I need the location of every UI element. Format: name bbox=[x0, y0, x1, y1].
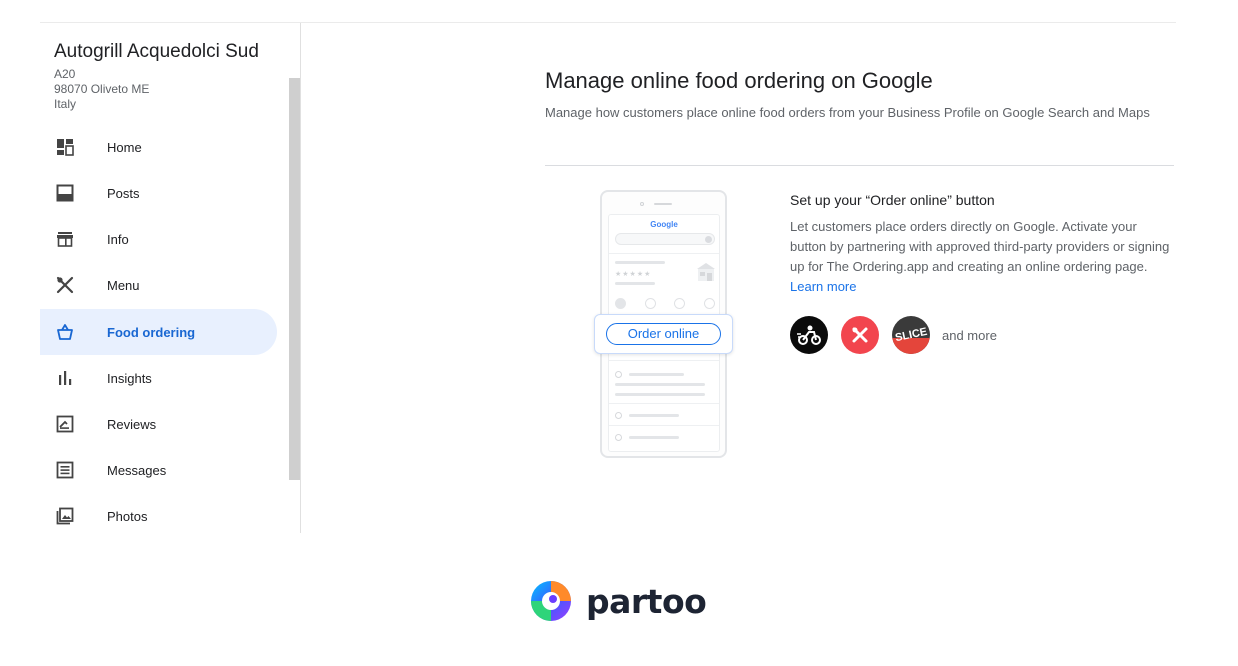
illustration-text-line bbox=[615, 261, 665, 264]
provider-logo-slice[interactable]: SLICE bbox=[892, 316, 930, 354]
illustration-phone-icon bbox=[615, 412, 622, 419]
illustration-text-line bbox=[629, 414, 679, 417]
illustration-text-line bbox=[615, 282, 655, 285]
illustration-globe-icon bbox=[615, 434, 622, 441]
illustration-separator bbox=[609, 253, 719, 254]
sidebar-item-home[interactable]: Home bbox=[40, 124, 277, 170]
food-ordering-icon bbox=[54, 322, 76, 342]
business-address: A20 98070 Oliveto ME Italy bbox=[54, 67, 149, 112]
illustration-separator bbox=[609, 360, 719, 361]
address-line-2: 98070 Oliveto ME bbox=[54, 82, 150, 96]
illustration-text-line bbox=[629, 373, 684, 376]
sidebar-item-menu[interactable]: Menu bbox=[40, 262, 277, 308]
illustration-action-dots bbox=[615, 298, 715, 309]
sidebar-item-posts[interactable]: Posts bbox=[40, 170, 277, 216]
slice-logo-icon: SLICE bbox=[892, 326, 930, 354]
sidebar-item-label: Insights bbox=[107, 370, 152, 386]
sidebar-item-reviews[interactable]: Reviews bbox=[40, 401, 277, 447]
provider-logo-delivery[interactable] bbox=[790, 316, 828, 354]
partoo-logo-icon bbox=[531, 581, 571, 621]
sidebar-item-insights[interactable]: Insights bbox=[40, 355, 277, 401]
illustration-stars: ★★★★★ bbox=[615, 271, 652, 278]
dashboard-icon bbox=[54, 137, 76, 157]
sidebar-item-label: Home bbox=[107, 139, 142, 155]
address-country: Italy bbox=[54, 97, 77, 111]
bar-chart-icon bbox=[54, 368, 76, 388]
phone-speaker bbox=[654, 203, 672, 205]
phone-camera bbox=[640, 202, 644, 206]
partoo-logo-text: partoo bbox=[586, 581, 707, 621]
provider-logo-pin[interactable] bbox=[841, 316, 879, 354]
illustration-clock-icon bbox=[615, 371, 622, 378]
and-more-label: and more bbox=[942, 327, 997, 343]
illustration-store-icon bbox=[697, 263, 715, 281]
photos-icon bbox=[54, 506, 76, 526]
sidebar-item-info[interactable]: Info bbox=[40, 216, 277, 262]
order-online-button[interactable]: Order online bbox=[606, 323, 721, 345]
reviews-icon bbox=[54, 414, 76, 434]
illustration-text-line bbox=[615, 393, 705, 396]
sidebar-item-label: Menu bbox=[107, 277, 140, 293]
address-line-1: A20 bbox=[54, 67, 76, 81]
setup-description: Let customers place orders directly on G… bbox=[790, 217, 1175, 297]
partoo-logo: partoo bbox=[530, 578, 707, 624]
messages-icon bbox=[54, 460, 76, 480]
posts-icon bbox=[54, 183, 76, 203]
sidebar-item-label: Info bbox=[107, 231, 129, 247]
scooter-icon bbox=[797, 325, 821, 345]
sidebar-item-food-ordering[interactable]: Food ordering bbox=[40, 309, 277, 355]
sidebar-item-photos[interactable]: Photos bbox=[40, 493, 277, 539]
provider-logos: SLICE and more bbox=[790, 316, 997, 354]
illustration-text-line bbox=[615, 383, 705, 386]
sidebar-item-label: Reviews bbox=[107, 416, 157, 432]
learn-more-link[interactable]: Learn more bbox=[790, 279, 856, 294]
illustration-separator bbox=[609, 403, 719, 404]
page-title: Manage online food ordering on Google bbox=[545, 68, 933, 93]
order-online-callout: Order online bbox=[594, 314, 733, 354]
sidebar-item-label: Photos bbox=[107, 508, 148, 524]
sidebar-item-label: Food ordering bbox=[107, 324, 196, 340]
business-name: Autogrill Acquedolci Sud bbox=[54, 41, 259, 62]
sidebar-item-label: Posts bbox=[107, 185, 140, 201]
section-divider bbox=[545, 165, 1174, 166]
illustration-separator bbox=[609, 425, 719, 426]
illustration-google-label: Google bbox=[650, 220, 678, 229]
sidebar: Autogrill Acquedolci Sud A20 98070 Olive… bbox=[40, 23, 301, 533]
illustration-search-bar bbox=[615, 233, 715, 245]
setup-description-text: Let customers place orders directly on G… bbox=[790, 219, 1170, 274]
page-description: Manage how customers place online food o… bbox=[545, 105, 1150, 120]
sidebar-item-label: Messages bbox=[107, 462, 167, 478]
utensils-icon bbox=[54, 275, 76, 295]
storefront-icon bbox=[54, 229, 76, 249]
cutlery-pin-icon bbox=[852, 327, 868, 343]
illustration-text-line bbox=[629, 436, 679, 439]
setup-title: Set up your “Order online” button bbox=[790, 192, 995, 208]
sidebar-item-messages[interactable]: Messages bbox=[40, 447, 277, 493]
sidebar-scrollbar[interactable] bbox=[289, 78, 300, 480]
